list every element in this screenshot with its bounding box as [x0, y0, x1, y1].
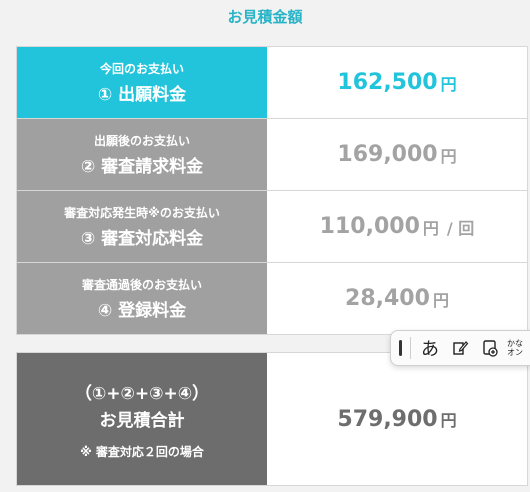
amount-value: 162,500 [337, 70, 438, 95]
table-row: 審査通過後のお支払い ④ 登録料金 28,400 円 [17, 263, 527, 334]
pen-pad-icon [453, 341, 469, 355]
total-amount-value: 579,900 [337, 406, 438, 432]
ime-dictionary-button[interactable] [475, 334, 505, 362]
row-label: 今回のお支払い ① 出願料金 [17, 47, 267, 118]
amount-unit: 円 [440, 146, 457, 166]
total-box: （①+②+③+④） お見積合計 ※ 審査対応２回の場合 579,900 円 [16, 352, 528, 486]
estimate-table: 今回のお支払い ① 出願料金 162,500 円 出願後のお支払い ② 審査請求… [16, 46, 528, 335]
row-sub-label: 出願後のお支払い [93, 134, 190, 148]
amount-unit: 円 [432, 290, 449, 310]
row-sub-label: 審査通過後のお支払い [81, 278, 202, 292]
amount-value: 28,400 [345, 286, 430, 311]
kana-label-2: オン [507, 348, 523, 357]
amount-value: 110,000 [319, 214, 420, 239]
total-note: ※ 審査対応２回の場合 [80, 444, 204, 459]
row-label: 審査対応発生時※のお支払い ③ 審査対応料金 [17, 191, 267, 262]
total-title: お見積合計 [99, 410, 185, 431]
add-word-icon [483, 340, 498, 357]
total-amount: 579,900 円 [267, 353, 527, 485]
row-amount: 162,500 円 [267, 47, 527, 118]
kana-label-1: かな [507, 339, 523, 348]
amount-value: 169,000 [337, 142, 438, 167]
ime-mode-button[interactable]: あ [415, 334, 445, 362]
row-amount: 169,000 円 [267, 119, 527, 190]
ime-pad-button[interactable] [445, 334, 475, 362]
row-main-label: ③ 審査対応料金 [80, 229, 204, 249]
ime-toolbar[interactable]: あ かな オン [390, 330, 530, 366]
total-label: （①+②+③+④） お見積合計 ※ 審査対応２回の場合 [17, 353, 267, 485]
amount-unit: 円 [422, 218, 439, 238]
table-row: 今回のお支払い ① 出願料金 162,500 円 [17, 47, 527, 119]
divider [410, 337, 411, 359]
amount-suffix: / 回 [446, 218, 475, 238]
row-amount: 110,000 円 / 回 [267, 191, 527, 262]
page-title: お見積金額 [227, 8, 303, 26]
row-label: 出願後のお支払い ② 審査請求料金 [17, 119, 267, 190]
row-sub-label: 審査対応発生時※のお支払い [64, 206, 220, 220]
row-main-label: ④ 登録料金 [97, 301, 187, 321]
row-main-label: ① 出願料金 [97, 85, 187, 105]
table-row: 出願後のお支払い ② 審査請求料金 169,000 円 [17, 119, 527, 191]
row-amount: 28,400 円 [267, 263, 527, 334]
row-main-label: ② 審査請求料金 [80, 157, 204, 177]
total-formula: （①+②+③+④） [74, 383, 210, 404]
total-amount-unit: 円 [440, 411, 457, 430]
row-sub-label: 今回のお支払い [99, 62, 184, 76]
drag-handle-icon[interactable] [399, 340, 402, 356]
amount-unit: 円 [440, 74, 457, 94]
row-label: 審査通過後のお支払い ④ 登録料金 [17, 263, 267, 334]
table-row: 審査対応発生時※のお支払い ③ 審査対応料金 110,000 円 / 回 [17, 191, 527, 263]
kana-on-toggle[interactable]: かな オン [507, 339, 523, 357]
